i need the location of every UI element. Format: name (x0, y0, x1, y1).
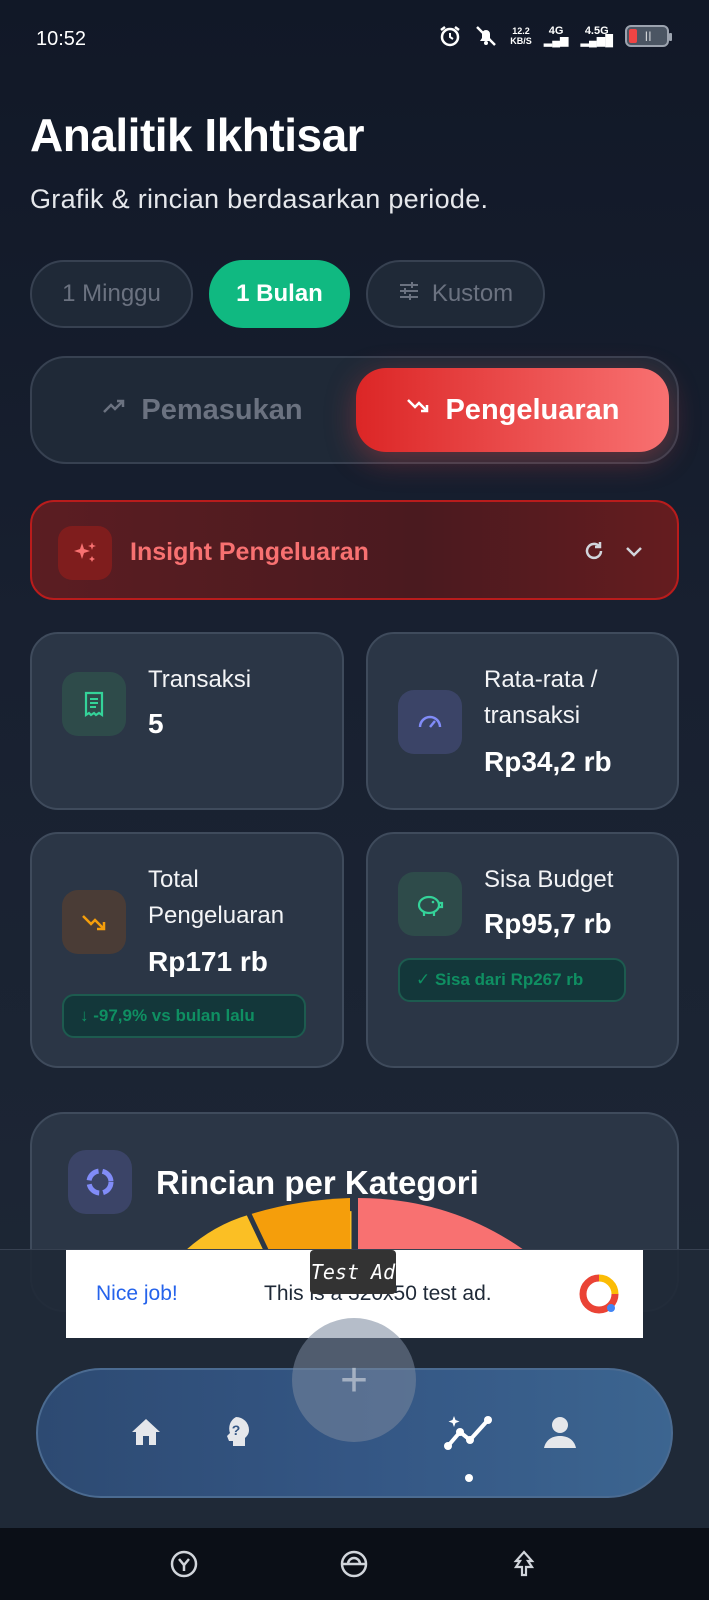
nav-profile[interactable] (532, 1404, 588, 1460)
change-badge: ↓ -97,9% vs bulan lalu (62, 994, 306, 1038)
type-toggle: Pemasukan Pengeluaran (30, 356, 679, 464)
alarm-icon (438, 24, 462, 48)
sparkles-icon (58, 526, 112, 580)
piggy-bank-icon (398, 872, 462, 936)
trending-down-icon (62, 890, 126, 954)
donut-chart-icon (68, 1150, 132, 1214)
analytics-icon (444, 1416, 492, 1450)
budget-badge: ✓ Sisa dari Rp267 rb (398, 958, 626, 1002)
stat-label: Transaksi (148, 666, 252, 693)
stat-value: 5 (148, 708, 164, 739)
help-head-icon: ? (227, 1417, 249, 1446)
battery-icon: || (625, 25, 672, 47)
speedometer-icon (398, 690, 462, 754)
system-home-icon[interactable] (338, 1548, 370, 1580)
active-indicator (465, 1474, 473, 1482)
trending-up-icon (101, 393, 127, 427)
chip-label: 1 Bulan (236, 280, 323, 307)
stat-label: Sisa Budget (484, 866, 614, 893)
stat-card-budget: Sisa Budget Rp95,7 rb ✓ Sisa dari Rp267 … (366, 832, 679, 1068)
insight-title: Insight Pengeluaran (130, 538, 369, 566)
stat-value: Rp171 rb (148, 946, 268, 977)
page-title: Analitik Ikhtisar (30, 109, 365, 161)
trending-down-icon (405, 393, 431, 427)
receipt-icon (62, 672, 126, 736)
nav-help[interactable]: ? (208, 1404, 264, 1460)
system-assist-icon[interactable] (168, 1548, 200, 1580)
ad-left-text: Nice job! (96, 1282, 178, 1305)
stat-label: Total Pengeluaran (148, 866, 285, 929)
nav-home[interactable] (118, 1404, 174, 1460)
signal-icon: 4G ▂▄▆ (543, 25, 569, 47)
stat-card-average: Rata-rata / transaksi Rp34,2 rb (366, 632, 679, 810)
nav-analytics[interactable] (442, 1404, 498, 1460)
chevron-down-icon[interactable] (621, 538, 647, 564)
stat-card-transactions: Transaksi 5 (30, 632, 344, 810)
insight-panel[interactable]: Insight Pengeluaran (30, 500, 679, 600)
stat-value: Rp95,7 rb (484, 908, 612, 939)
network-speed: 12.2 KB/S (510, 26, 532, 46)
stat-label: Rata-rata / transaksi (484, 666, 598, 729)
plus-icon: + (339, 1353, 369, 1407)
chip-1-month[interactable]: 1 Bulan (209, 260, 350, 328)
home-icon (132, 1419, 160, 1445)
toggle-expense[interactable]: Pengeluaran (356, 368, 669, 452)
breakdown-title: Rincian per Kategori (156, 1164, 479, 1201)
bell-off-icon (474, 24, 498, 48)
system-nav-bar (0, 1528, 709, 1600)
toggle-expense-label: Pengeluaran (445, 393, 620, 426)
profile-icon (544, 1417, 576, 1448)
chip-1-week[interactable]: 1 Minggu (30, 260, 193, 328)
refresh-icon[interactable] (581, 538, 607, 564)
svg-text:?: ? (232, 1422, 241, 1438)
stat-card-total: Total Pengeluaran Rp171 rb ↓ -97,9% vs bu… (30, 832, 344, 1068)
ad-logo-icon (577, 1272, 621, 1316)
sliders-icon (398, 280, 420, 309)
status-time: 10:52 (36, 28, 87, 50)
ad-tag: Test Ad (310, 1250, 396, 1294)
chip-custom[interactable]: Kustom (366, 260, 545, 328)
stat-value: Rp34,2 rb (484, 746, 612, 777)
chip-label: Kustom (431, 280, 514, 307)
status-bar: 10:52 12.2 KB/S 4G ▂▄▆ 4.5G ▂▄▆█ || (0, 0, 709, 80)
add-transaction-button[interactable]: + (292, 1318, 416, 1442)
toggle-income[interactable]: Pemasukan (52, 368, 352, 452)
chip-label: 1 Minggu (62, 280, 161, 307)
toggle-income-label: Pemasukan (141, 393, 303, 426)
system-back-icon[interactable] (508, 1548, 540, 1580)
status-icons: 12.2 KB/S 4G ▂▄▆ 4.5G ▂▄▆█ || (438, 24, 672, 48)
signal-icon-2: 4.5G ▂▄▆█ (580, 25, 613, 47)
page-subtitle: Grafik & rincian berdasarkan periode. (30, 184, 489, 214)
